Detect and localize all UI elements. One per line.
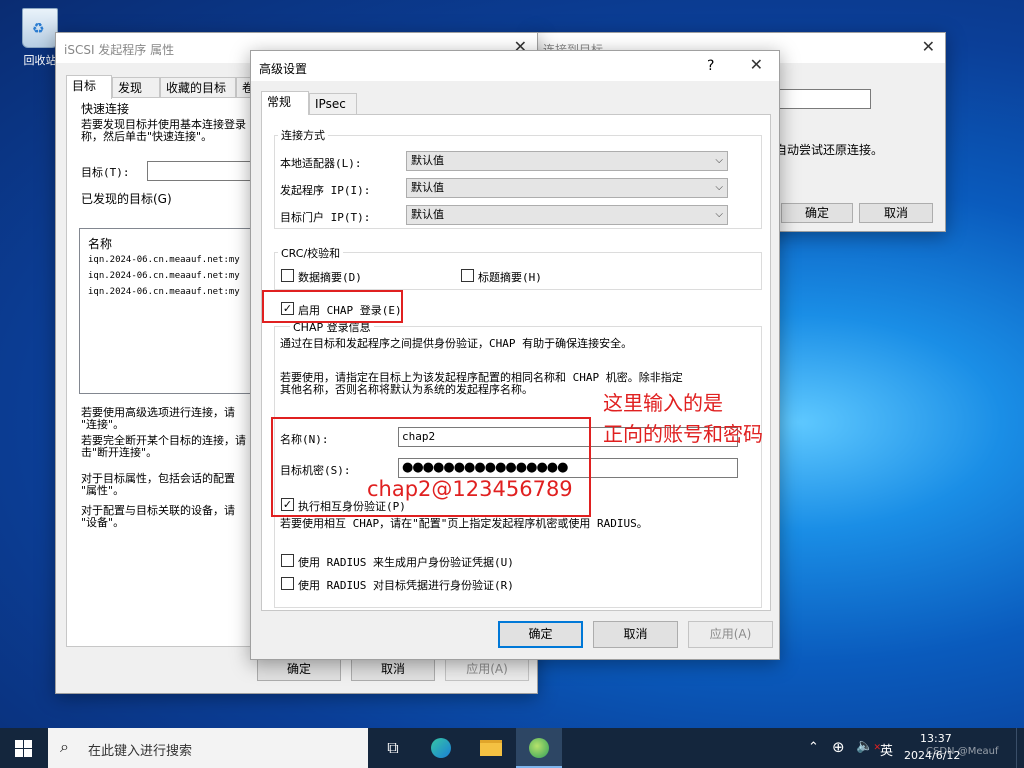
initiator-ip-select[interactable]: 默认值 ⌵ xyxy=(406,178,728,198)
restore-connection-text: 自动尝试还原连接。 xyxy=(775,143,884,157)
advanced-cancel-button[interactable]: 取消 xyxy=(593,621,678,648)
chevron-down-icon: ⌵ xyxy=(715,182,723,193)
windows-logo-icon xyxy=(14,740,32,757)
radius-authenticate-label: 使用 RADIUS 对目标凭据进行身份验证(R) xyxy=(298,579,514,592)
connect-ok-button[interactable]: 确定 xyxy=(781,203,853,223)
help-devices-2: "设备"。 xyxy=(81,516,125,529)
header-digest-checkbox[interactable] xyxy=(461,269,474,282)
tab-discovery[interactable]: 发现 xyxy=(112,77,160,99)
start-button[interactable] xyxy=(0,728,46,768)
volume-muted-icon[interactable]: 🔈✕ xyxy=(856,738,881,754)
search-icon: ⌕ xyxy=(60,737,69,756)
edge-browser-icon[interactable] xyxy=(418,728,464,768)
advanced-ok-button[interactable]: 确定 xyxy=(498,621,583,648)
show-hidden-icons-chevron-icon[interactable]: ⌃ xyxy=(808,740,819,755)
ime-indicator[interactable]: 英 xyxy=(880,740,893,759)
list-item[interactable]: iqn.2024-06.cn.meaauf.net:my xyxy=(88,287,240,297)
task-view-icon[interactable]: ⧉ xyxy=(370,728,416,768)
taskbar: ⌕ 在此键入进行搜索 ⧉ ⌃ ⊕ 🔈✕ 英 13:37 2024/6/12 CS… xyxy=(0,728,1024,768)
advanced-apply-button[interactable]: 应用(A) xyxy=(688,621,773,648)
annotation-credentials: chap2@123456789 xyxy=(367,477,573,501)
close-icon[interactable]: ✕ xyxy=(750,55,763,74)
target-portal-ip-value: 默认值 xyxy=(411,208,444,221)
target-input[interactable] xyxy=(771,89,871,109)
target-portal-ip-label: 目标门户 IP(T): xyxy=(280,211,371,224)
connect-cancel-button[interactable]: 取消 xyxy=(859,203,933,223)
iscsi-ok-button[interactable]: 确定 xyxy=(257,657,341,681)
connection-method-label: 连接方式 xyxy=(278,127,328,143)
crc-checksum-label: CRC/校验和 xyxy=(278,245,344,261)
initiator-ip-value: 默认值 xyxy=(411,181,444,194)
tab-ipsec[interactable]: IPsec xyxy=(309,93,357,115)
quick-connect-group-label: 快速连接 xyxy=(81,102,130,116)
chap-desc-3: 其他名称，否则名称将默认为系统的发起程序名称。 xyxy=(280,383,533,396)
iscsi-apply-button[interactable]: 应用(A) xyxy=(445,657,529,681)
search-box[interactable]: ⌕ 在此键入进行搜索 xyxy=(48,728,368,768)
enable-chap-highlight-box xyxy=(262,290,403,323)
targets-tab-panel: 快速连接 若要发现目标并使用基本连接登录 称，然后单击"快速连接"。 目标(T)… xyxy=(66,97,267,647)
target-field-label: 目标(T): xyxy=(81,166,130,179)
advanced-settings-dialog: 高级设置 ? ✕ 常规 IPsec 连接方式 本地适配器(L): 默认值 ⌵ 发起… xyxy=(250,50,780,660)
general-tab-panel: 连接方式 本地适配器(L): 默认值 ⌵ 发起程序 IP(I): 默认值 ⌵ 目标门… xyxy=(261,114,771,611)
discovered-targets-list[interactable]: 名称 iqn.2024-06.cn.meaauf.net:my iqn.2024… xyxy=(79,228,267,394)
file-explorer-icon[interactable] xyxy=(468,728,514,768)
data-digest-label: 数据摘要(D) xyxy=(298,271,362,284)
chap-desc-1: 通过在目标和发起程序之间提供身份验证，CHAP 有助于确保连接安全。 xyxy=(280,337,633,350)
radius-generate-label: 使用 RADIUS 来生成用户身份验证凭据(U) xyxy=(298,556,514,569)
clock-time[interactable]: 13:37 xyxy=(920,732,952,745)
tab-targets[interactable]: 目标 xyxy=(66,75,112,99)
local-adapter-select[interactable]: 默认值 ⌵ xyxy=(406,151,728,171)
help-connect-2: "连接"。 xyxy=(81,418,125,431)
radius-authenticate-checkbox[interactable] xyxy=(281,577,294,590)
help-properties-2: "属性"。 xyxy=(81,484,125,497)
chevron-down-icon: ⌵ xyxy=(715,155,723,166)
data-digest-checkbox[interactable] xyxy=(281,269,294,282)
quick-connect-target-input[interactable] xyxy=(147,161,267,181)
quick-connect-desc-2: 称，然后单击"快速连接"。 xyxy=(81,130,213,143)
search-placeholder: 在此键入进行搜索 xyxy=(88,744,193,759)
advanced-settings-title: 高级设置 xyxy=(259,62,308,76)
local-adapter-value: 默认值 xyxy=(411,154,444,167)
iscsi-window-title: iSCSI 发起程序 属性 xyxy=(64,43,175,57)
advanced-settings-titlebar: 高级设置 ? ✕ xyxy=(251,51,779,81)
radius-generate-checkbox[interactable] xyxy=(281,554,294,567)
chevron-down-icon: ⌵ xyxy=(715,209,723,220)
help-button[interactable]: ? xyxy=(707,58,714,74)
iscsi-cancel-button[interactable]: 取消 xyxy=(351,657,435,681)
list-item[interactable]: iqn.2024-06.cn.meaauf.net:my xyxy=(88,271,240,281)
mutual-auth-desc: 若要使用相互 CHAP，请在"配置"页上指定发起程序机密或使用 RADIUS。 xyxy=(280,517,648,530)
list-column-header-name[interactable]: 名称 xyxy=(88,235,112,252)
network-icon[interactable]: ⊕ xyxy=(832,738,845,756)
annotation-line-2: 正向的账号和密码 xyxy=(603,422,763,446)
help-disconnect-2: 击"断开连接"。 xyxy=(81,446,158,459)
local-adapter-label: 本地适配器(L): xyxy=(280,157,362,170)
iscsi-initiator-taskbar-icon[interactable] xyxy=(516,728,562,768)
header-digest-label: 标题摘要(H) xyxy=(478,271,542,284)
tab-favorite-targets[interactable]: 收藏的目标 xyxy=(160,77,236,99)
recycle-bin-icon: ♻ xyxy=(22,8,58,48)
list-item[interactable]: iqn.2024-06.cn.meaauf.net:my xyxy=(88,255,240,265)
show-desktop-button[interactable] xyxy=(1016,728,1024,768)
tab-general[interactable]: 常规 xyxy=(261,91,309,115)
target-portal-ip-select[interactable]: 默认值 ⌵ xyxy=(406,205,728,225)
discovered-targets-group-label: 已发现的目标(G) xyxy=(81,192,172,206)
csdn-watermark: CSDN @Meauf xyxy=(926,746,999,757)
close-icon[interactable]: ✕ xyxy=(922,37,935,56)
annotation-line-1: 这里输入的是 xyxy=(603,391,723,415)
initiator-ip-label: 发起程序 IP(I): xyxy=(280,184,371,197)
